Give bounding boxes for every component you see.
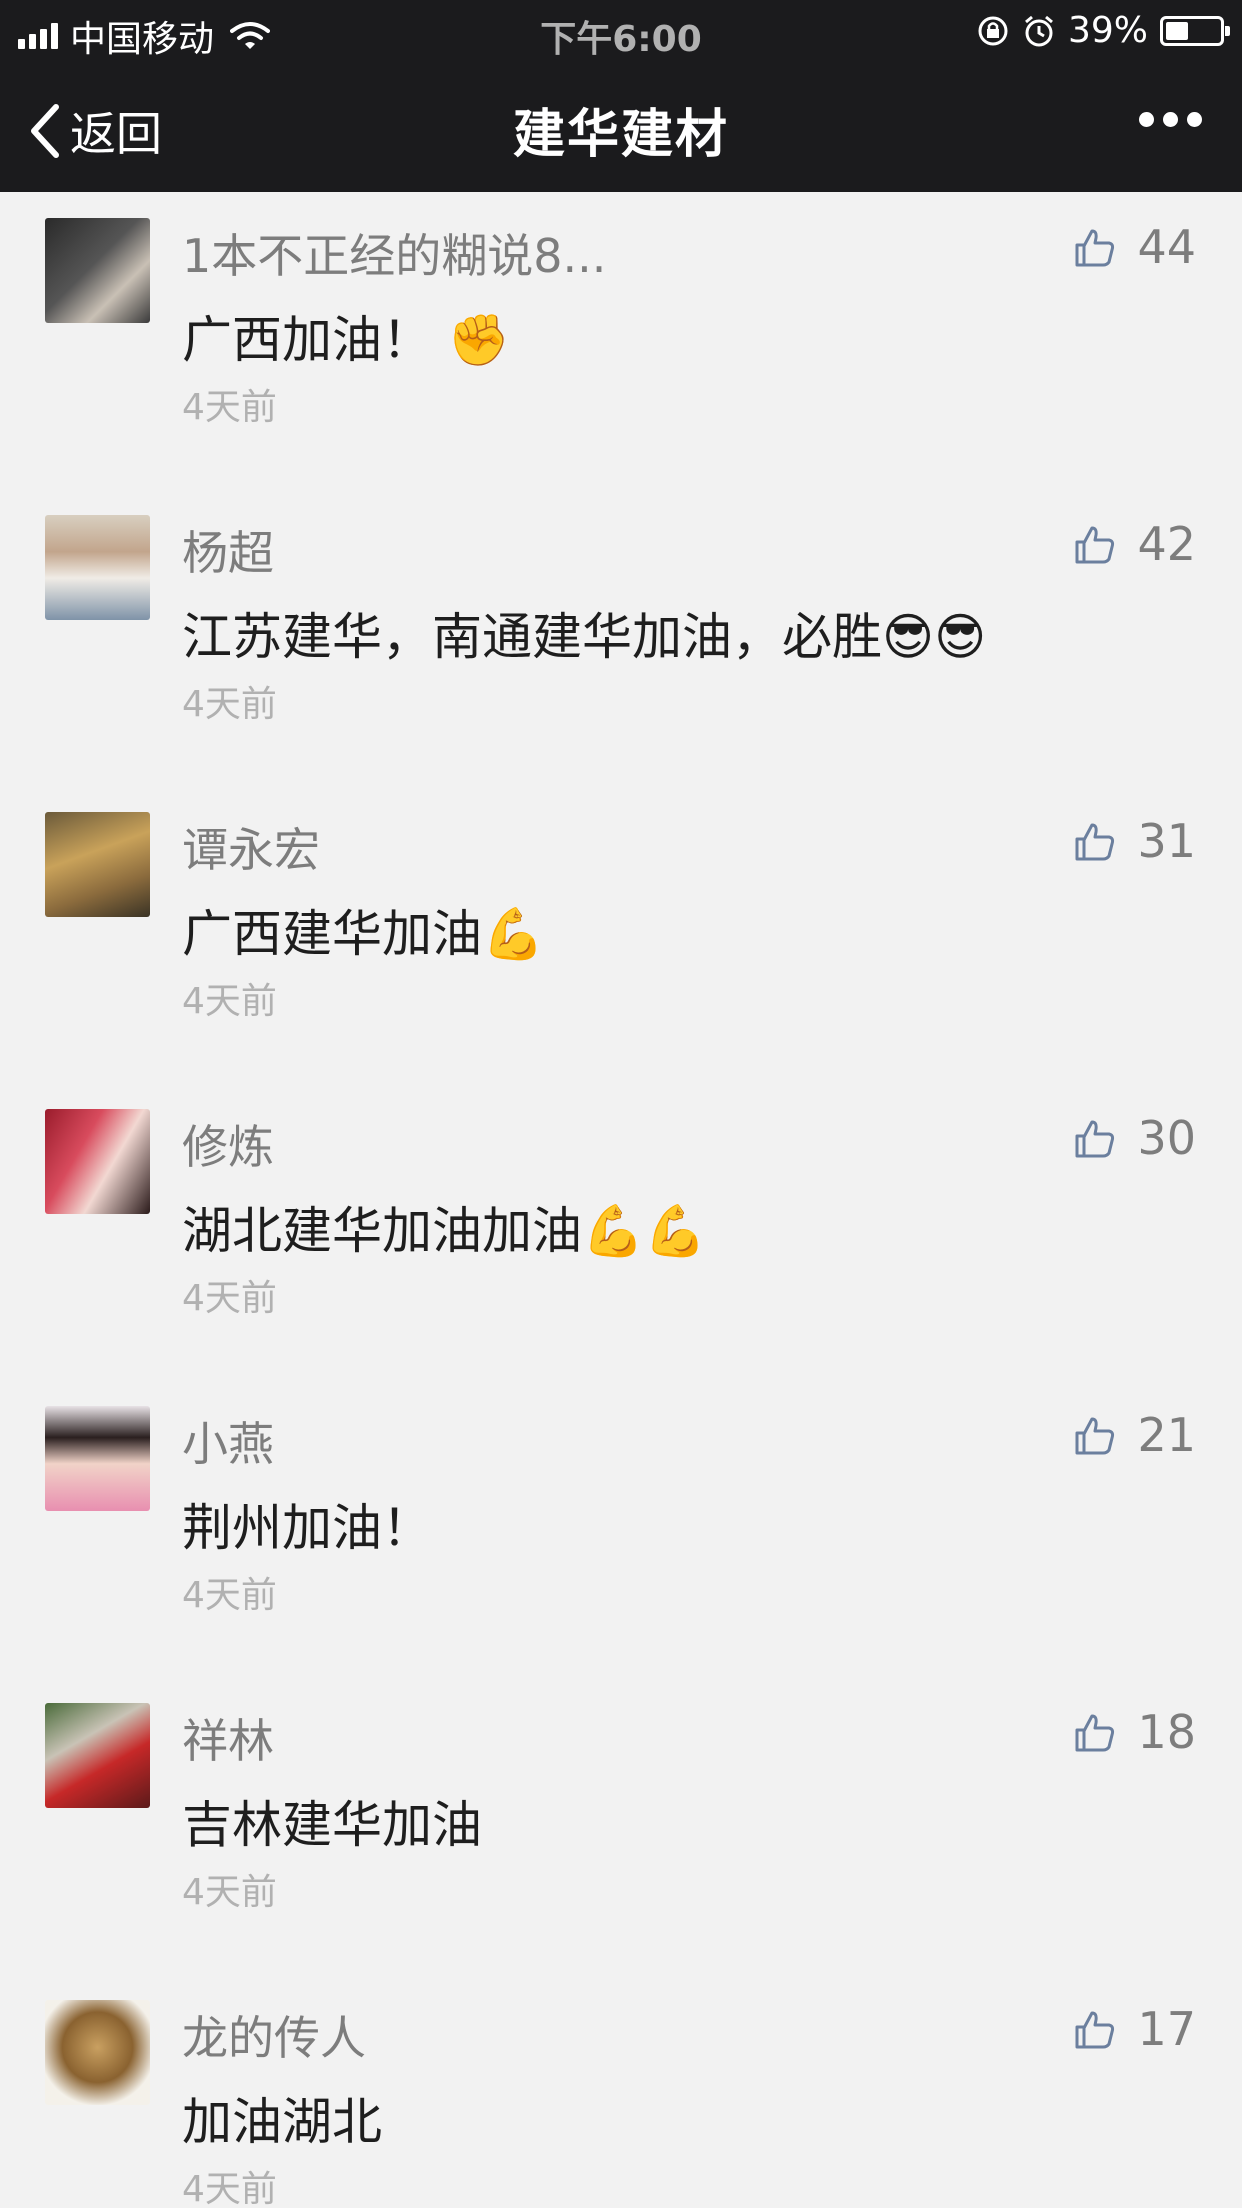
comment-text: 广西加油！ ✊: [182, 311, 511, 369]
commenter-name[interactable]: 小燕: [182, 1408, 274, 1474]
comment-time: 4天前: [182, 387, 277, 428]
comment-time: 4天前: [182, 1872, 277, 1913]
thumbs-up-icon: [1075, 1120, 1115, 1158]
rotation-lock-icon: [978, 16, 1008, 45]
comment-item: 修炼 30 湖北建华加油加油💪💪 4天前: [0, 1083, 1242, 1380]
like-button[interactable]: 44: [1073, 220, 1196, 274]
avatar[interactable]: [45, 1703, 150, 1808]
like-count: 17: [1137, 2002, 1196, 2056]
alarm-icon: [1025, 15, 1053, 46]
thumbs-up-icon: [1075, 823, 1115, 861]
avatar[interactable]: [45, 218, 150, 323]
battery-percent: 39%: [1067, 10, 1148, 51]
avatar[interactable]: [45, 2000, 150, 2105]
comment-text: 加油湖北: [182, 2093, 382, 2151]
status-bar: 中国移动 下午6:00 39%: [0, 0, 1242, 62]
comment-text: 广西建华加油💪: [182, 905, 545, 963]
commenter-name[interactable]: 修炼: [182, 1111, 274, 1177]
comment-text: 荆州加油！: [182, 1499, 432, 1557]
more-dot-icon: [1163, 112, 1178, 127]
commenter-name[interactable]: 祥林: [182, 1705, 274, 1771]
like-button[interactable]: 17: [1073, 2002, 1196, 2056]
like-count: 30: [1137, 1111, 1196, 1165]
status-right: 39%: [976, 10, 1230, 51]
nav-bar: 返回 建华建材: [0, 72, 1242, 182]
comment-time: 4天前: [182, 1575, 277, 1616]
avatar[interactable]: [45, 515, 150, 620]
like-count: 31: [1137, 814, 1196, 868]
top-bar: 中国移动 下午6:00 39% 返回 建华建材: [0, 0, 1242, 192]
thumbs-up-icon: [1075, 1417, 1115, 1455]
commenter-name[interactable]: 1本不正经的糊说8...: [182, 220, 606, 286]
comment-item: 1本不正经的糊说8... 44 广西加油！ ✊ 4天前: [0, 192, 1242, 489]
comment-text: 湖北建华加油加油💪💪: [182, 1202, 707, 1260]
like-button[interactable]: 18: [1073, 1705, 1196, 1759]
commenter-name[interactable]: 谭永宏: [182, 814, 320, 880]
comment-list: 1本不正经的糊说8... 44 广西加油！ ✊ 4天前 杨超 42 江苏建华，南…: [0, 192, 1242, 2208]
like-count: 21: [1137, 1408, 1196, 1462]
thumbs-up-icon: [1075, 526, 1115, 564]
comment-time: 4天前: [182, 981, 277, 1022]
like-count: 18: [1137, 1705, 1196, 1759]
avatar[interactable]: [45, 812, 150, 917]
commenter-name[interactable]: 龙的传人: [182, 2002, 366, 2068]
comment-item: 祥林 18 吉林建华加油 4天前: [0, 1677, 1242, 1974]
comment-time: 4天前: [182, 1278, 277, 1319]
comment-item: 龙的传人 17 加油湖北 4天前: [0, 1974, 1242, 2208]
like-button[interactable]: 21: [1073, 1408, 1196, 1462]
like-button[interactable]: 42: [1073, 517, 1196, 571]
like-count: 42: [1137, 517, 1196, 571]
commenter-name[interactable]: 杨超: [182, 517, 274, 583]
thumbs-up-icon: [1075, 2011, 1115, 2049]
more-dot-icon: [1139, 112, 1154, 127]
comment-time: 4天前: [182, 2169, 277, 2208]
more-menu-button[interactable]: [1139, 112, 1202, 127]
like-count: 44: [1137, 220, 1196, 274]
app-screen: 中国移动 下午6:00 39% 返回 建华建材 1本不正经的糊说8... 44 …: [0, 0, 1242, 2208]
thumbs-up-icon: [1075, 1714, 1115, 1752]
comment-time: 4天前: [182, 684, 277, 725]
avatar[interactable]: [45, 1109, 150, 1214]
comment-item: 杨超 42 江苏建华，南通建华加油，必胜😎😎 4天前: [0, 489, 1242, 786]
like-button[interactable]: 31: [1073, 814, 1196, 868]
comment-item: 谭永宏 31 广西建华加油💪 4天前: [0, 786, 1242, 1083]
thumbs-up-icon: [1075, 229, 1115, 267]
avatar[interactable]: [45, 1406, 150, 1511]
comment-text: 江苏建华，南通建华加油，必胜😎😎: [182, 608, 987, 666]
battery-icon: [1160, 15, 1230, 46]
comment-item: 小燕 21 荆州加油！ 4天前: [0, 1380, 1242, 1677]
comment-text: 吉林建华加油: [182, 1796, 482, 1854]
like-button[interactable]: 30: [1073, 1111, 1196, 1165]
page-title: 建华建材: [512, 105, 729, 165]
more-dot-icon: [1187, 112, 1202, 127]
